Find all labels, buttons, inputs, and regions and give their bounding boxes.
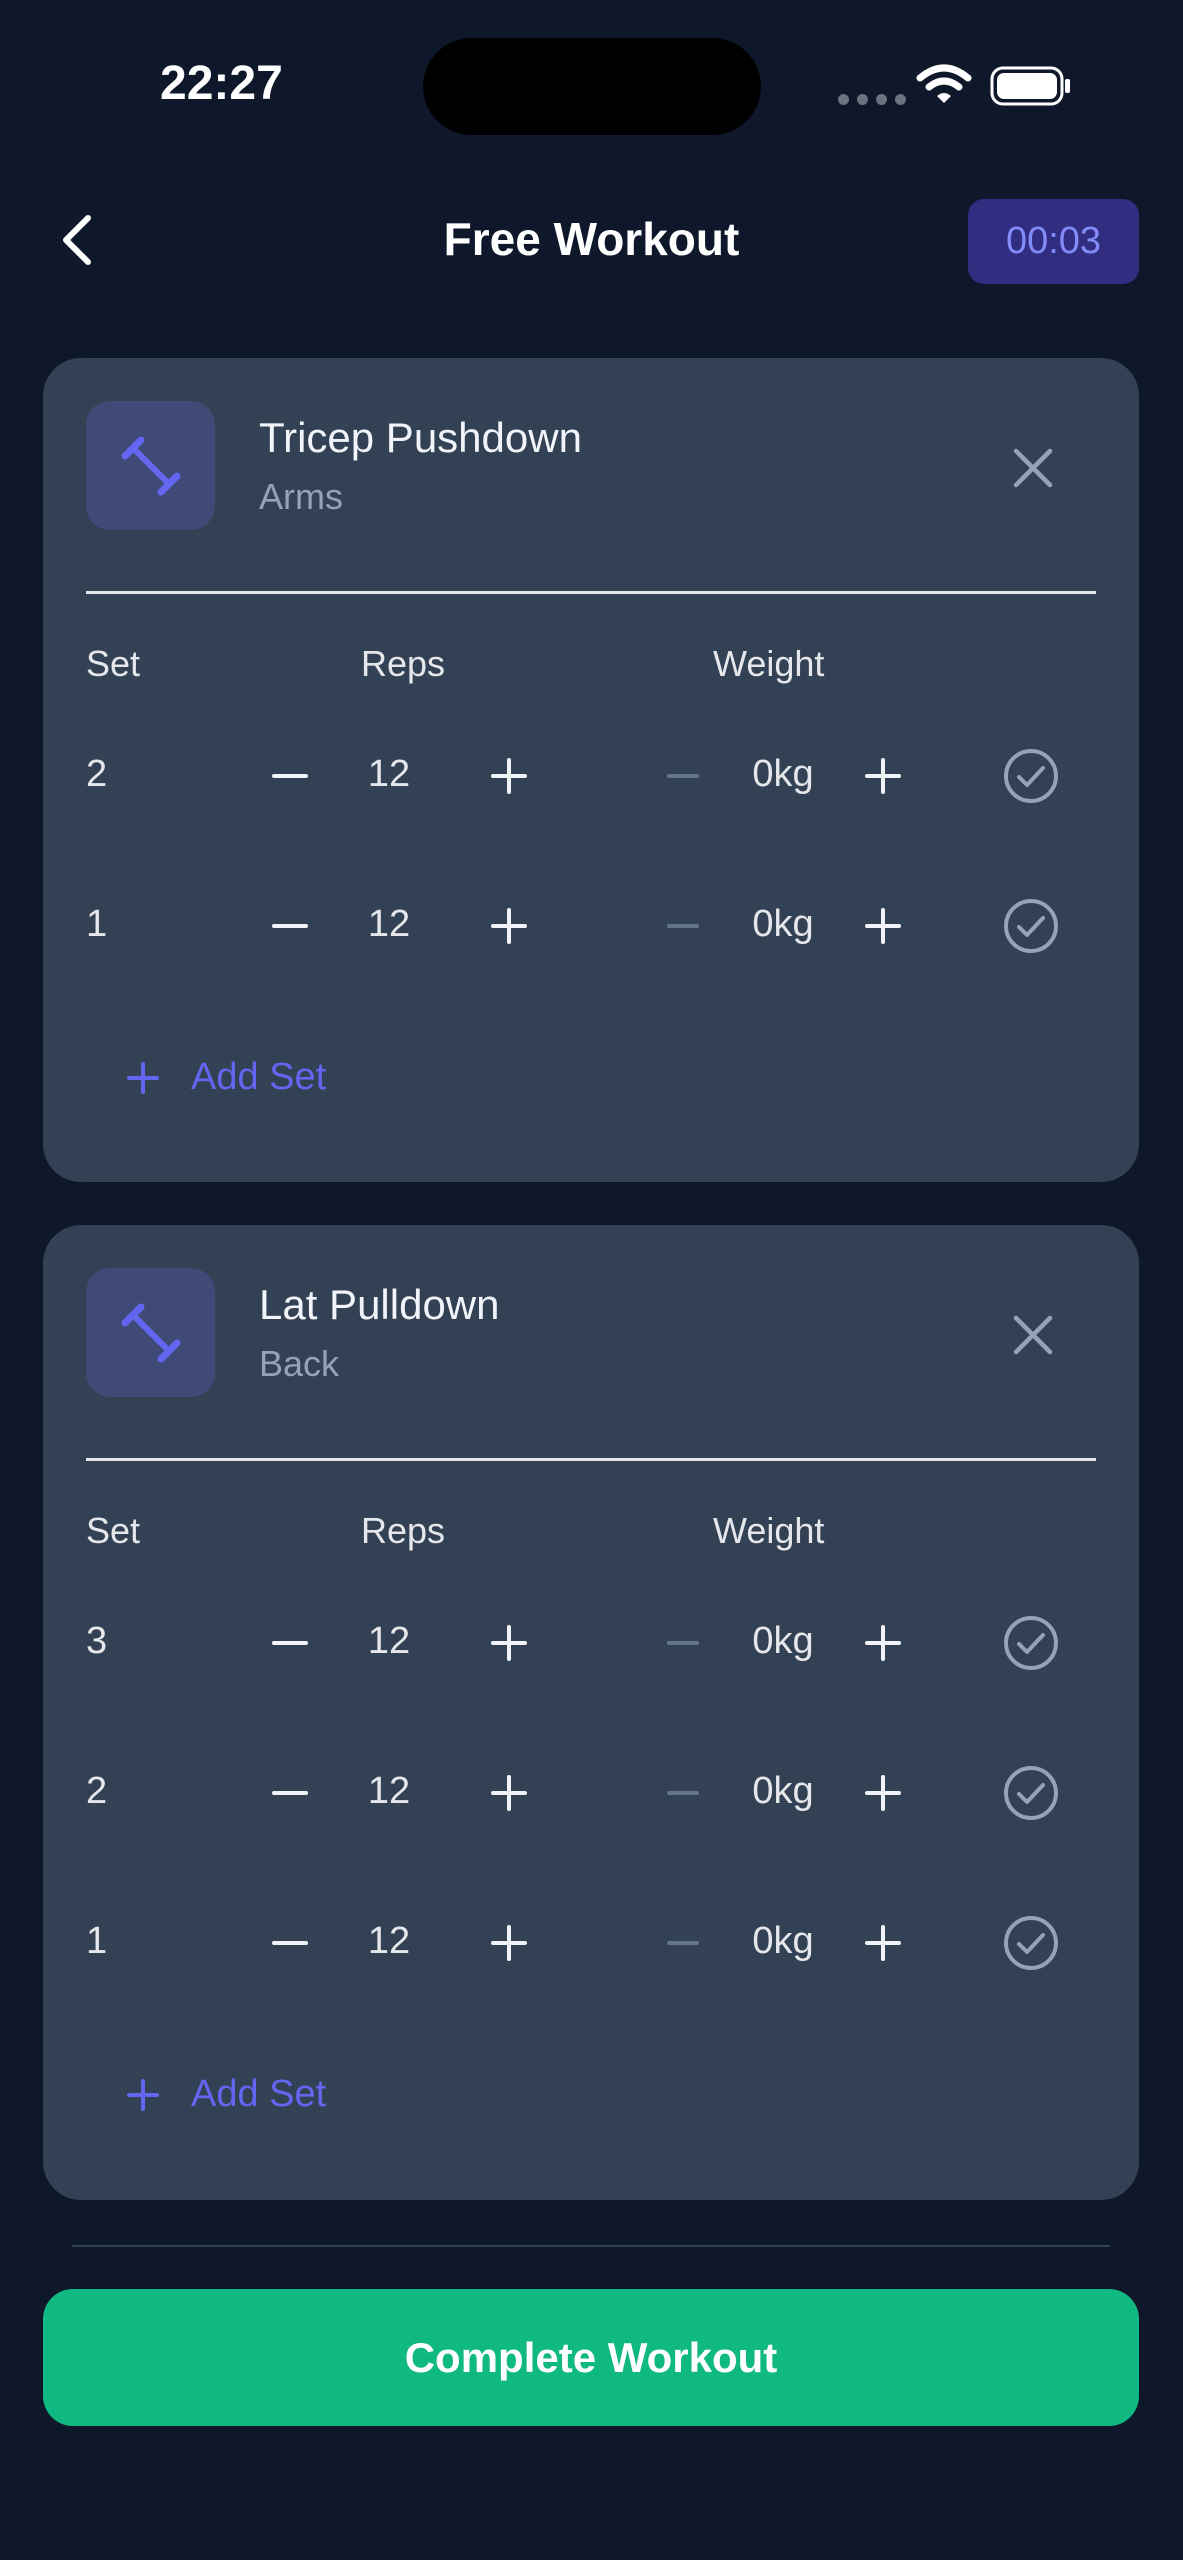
status-time: 22:27 — [160, 57, 283, 110]
exercise-name: Lat Pulldown — [259, 1281, 500, 1328]
dynamic-island — [423, 38, 761, 135]
complete-set-check-icon[interactable] — [1002, 1914, 1060, 1972]
dumbbell-icon — [121, 1303, 180, 1362]
exercise-card-tricep-pushdown: Tricep Pushdown Arms Set Reps Weight 2 1… — [43, 358, 1139, 1182]
reps-decrement-button[interactable] — [265, 1918, 315, 1968]
reps-increment-button[interactable] — [484, 1918, 534, 1968]
reps-increment-button[interactable] — [484, 1768, 534, 1818]
set-number: 2 — [86, 753, 108, 795]
card-divider — [86, 1458, 1096, 1461]
plus-icon — [127, 2078, 159, 2111]
reps-decrement-button[interactable] — [265, 1768, 315, 1818]
plus-icon — [127, 1061, 159, 1094]
reps-value: 12 — [367, 903, 411, 945]
column-header-set: Set — [86, 1510, 141, 1551]
dumbbell-icon-box — [86, 401, 215, 530]
reps-increment-button[interactable] — [484, 751, 534, 801]
weight-increment-button[interactable] — [858, 1768, 908, 1818]
set-number: 3 — [86, 1620, 108, 1662]
column-header-weight: Weight — [713, 643, 825, 684]
set-number: 2 — [86, 1770, 108, 1812]
remove-exercise-button[interactable] — [1008, 1310, 1058, 1360]
set-row: 2 12 0kg — [43, 731, 1139, 821]
reps-decrement-button[interactable] — [265, 901, 315, 951]
set-row: 1 12 0kg — [43, 1898, 1139, 1988]
cellular-signal-icon — [838, 94, 906, 105]
weight-value: 0kg — [752, 1620, 814, 1662]
set-row: 1 12 0kg — [43, 881, 1139, 971]
complete-set-check-icon[interactable] — [1002, 1614, 1060, 1672]
weight-value: 0kg — [752, 753, 814, 795]
weight-decrement-button[interactable] — [658, 1618, 708, 1668]
weight-value: 0kg — [752, 1920, 814, 1962]
reps-value: 12 — [367, 1770, 411, 1812]
exercise-muscle-group: Back — [259, 1343, 340, 1384]
column-header-reps: Reps — [361, 643, 446, 684]
reps-decrement-button[interactable] — [265, 1618, 315, 1668]
complete-set-check-icon[interactable] — [1002, 747, 1060, 805]
battery-icon — [990, 66, 1070, 106]
weight-decrement-button[interactable] — [658, 1768, 708, 1818]
reps-increment-button[interactable] — [484, 901, 534, 951]
exercise-muscle-group: Arms — [259, 476, 343, 517]
exercise-card-lat-pulldown: Lat Pulldown Back Set Reps Weight 3 12 0… — [43, 1225, 1139, 2200]
set-row: 3 12 0kg — [43, 1598, 1139, 1688]
reps-value: 12 — [367, 753, 411, 795]
dumbbell-icon — [121, 436, 180, 495]
column-header-reps: Reps — [361, 1510, 446, 1551]
dumbbell-icon-box — [86, 1268, 215, 1397]
workout-screen: 22:27 Free Workout 00:03 Tricep Pushdown… — [0, 0, 1183, 2560]
column-header-set: Set — [86, 643, 141, 684]
add-set-button[interactable]: Add Set — [123, 1056, 326, 1099]
reps-value: 12 — [367, 1620, 411, 1662]
weight-increment-button[interactable] — [858, 751, 908, 801]
add-set-label: Add Set — [191, 2073, 327, 2115]
reps-value: 12 — [367, 1920, 411, 1962]
reps-increment-button[interactable] — [484, 1618, 534, 1668]
set-row: 2 12 0kg — [43, 1748, 1139, 1838]
weight-value: 0kg — [752, 1770, 814, 1812]
complete-set-check-icon[interactable] — [1002, 897, 1060, 955]
weight-increment-button[interactable] — [858, 1618, 908, 1668]
footer-divider — [72, 2245, 1110, 2247]
add-set-button[interactable]: Add Set — [123, 2073, 326, 2116]
complete-workout-button[interactable]: Complete Workout — [43, 2289, 1139, 2426]
set-number: 1 — [86, 1920, 108, 1962]
weight-increment-button[interactable] — [858, 901, 908, 951]
workout-timer: 00:03 — [968, 199, 1139, 284]
card-divider — [86, 591, 1096, 594]
weight-decrement-button[interactable] — [658, 1918, 708, 1968]
remove-exercise-button[interactable] — [1008, 443, 1058, 493]
wifi-icon — [916, 64, 972, 103]
reps-decrement-button[interactable] — [265, 751, 315, 801]
weight-value: 0kg — [752, 903, 814, 945]
set-number: 1 — [86, 903, 108, 945]
add-set-label: Add Set — [191, 1056, 327, 1098]
weight-decrement-button[interactable] — [658, 751, 708, 801]
column-header-weight: Weight — [713, 1510, 825, 1551]
weight-increment-button[interactable] — [858, 1918, 908, 1968]
weight-decrement-button[interactable] — [658, 901, 708, 951]
exercise-name: Tricep Pushdown — [259, 414, 582, 461]
complete-set-check-icon[interactable] — [1002, 1764, 1060, 1822]
